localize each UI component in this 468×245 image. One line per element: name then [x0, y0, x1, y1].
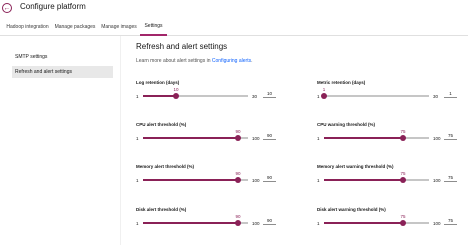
slider-value-label: 90 — [235, 214, 241, 219]
slider-thumb[interactable] — [235, 220, 241, 226]
field-label: Memory alert warning threshold (%) — [317, 164, 394, 169]
learn-more-text: Learn more about alert settings in Confi… — [136, 58, 252, 64]
field-memory-alert-warning-threshold: Memory alert warning threshold (%) 1 75 100… — [317, 164, 468, 198]
tab-manage-packages[interactable]: Manage packages — [55, 17, 96, 36]
slider-track[interactable] — [324, 177, 429, 183]
slider-track[interactable] — [321, 93, 429, 99]
range-min: 1 — [136, 221, 139, 226]
slider-thumb[interactable] — [400, 220, 406, 226]
range-max: 100 — [433, 178, 441, 183]
slider-value-label: 75 — [400, 214, 406, 219]
range-max: 100 — [252, 178, 260, 183]
field-label: Log retention (days) — [136, 80, 180, 85]
learn-more-label: Learn more about alert settings in — [136, 58, 211, 64]
slider-track[interactable] — [324, 220, 429, 226]
range-min: 1 — [317, 94, 320, 99]
range-min: 1 — [317, 136, 320, 141]
number-input[interactable]: 1 — [444, 90, 457, 98]
slider-fill — [324, 222, 403, 224]
main-content: Refresh and alert settings Learn more ab… — [121, 36, 468, 245]
page-title: Configure platform — [20, 2, 86, 11]
field-disk-alert-threshold: Disk alert threshold (%) 1 90 100 90 — [136, 207, 296, 241]
range-min: 1 — [136, 136, 139, 141]
slider-thumb[interactable] — [400, 135, 406, 141]
slider-track[interactable] — [143, 135, 248, 141]
slider-thumb[interactable] — [173, 93, 179, 99]
field-label: Disk alert warning threshold (%) — [317, 207, 386, 212]
slider-value-label: 75 — [400, 171, 406, 176]
range-max: 100 — [252, 136, 260, 141]
tab-settings[interactable]: Settings — [140, 17, 167, 36]
range-max: 30 — [252, 94, 258, 99]
slider-fill — [143, 95, 176, 97]
slider-fill — [143, 137, 238, 139]
slider-value-label: 90 — [235, 129, 241, 134]
sidebar-item-refresh-alert-settings[interactable]: Refresh and alert settings — [12, 66, 113, 78]
slider-fill — [143, 179, 238, 181]
back-arrow-icon[interactable]: ← — [2, 3, 12, 13]
field-disk-alert-warning-threshold: Disk alert warning threshold (%) 1 75 100 75 — [317, 207, 468, 241]
range-min: 1 — [136, 178, 139, 183]
slider-track[interactable] — [143, 177, 248, 183]
slider-thumb[interactable] — [400, 177, 406, 183]
slider-track[interactable] — [143, 220, 248, 226]
slider-value-label: 1 — [322, 87, 326, 92]
number-input[interactable]: 75 — [444, 174, 457, 182]
number-input[interactable]: 90 — [263, 132, 276, 140]
field-label: CPU warning threshold (%) — [317, 122, 376, 127]
sidebar-item-smtp-settings[interactable]: SMTP settings — [12, 51, 113, 63]
sidebar: SMTP settings Refresh and alert settings — [0, 36, 121, 245]
slider-value-label: 10 — [173, 87, 179, 92]
number-input[interactable]: 75 — [444, 132, 457, 140]
slider-fill — [143, 222, 238, 224]
range-min: 1 — [317, 221, 320, 226]
number-input[interactable]: 90 — [263, 217, 276, 225]
field-cpu-alert-threshold: CPU alert threshold (%) 1 90 100 90 — [136, 122, 296, 156]
field-metric-retention-days: Metric retention (days) 1 1 30 1 — [317, 80, 468, 114]
range-min: 1 — [136, 94, 139, 99]
tab-manage-images[interactable]: Manage images — [101, 17, 137, 36]
number-input[interactable]: 10 — [263, 90, 276, 98]
slider-fill — [324, 179, 403, 181]
range-max: 30 — [433, 94, 439, 99]
slider-track[interactable] — [143, 93, 248, 99]
section-heading: Refresh and alert settings — [136, 42, 228, 51]
field-memory-alert-threshold: Memory alert threshold (%) 1 90 100 90 — [136, 164, 296, 198]
slider-track[interactable] — [324, 135, 429, 141]
slider-thumb[interactable] — [235, 135, 241, 141]
number-input[interactable]: 90 — [263, 174, 276, 182]
configuring-alerts-link[interactable]: Configuring alerts — [212, 58, 251, 64]
range-max: 100 — [433, 221, 441, 226]
slider-value-label: 90 — [235, 171, 241, 176]
field-cpu-warning-threshold: CPU warning threshold (%) 1 75 100 75 — [317, 122, 468, 156]
field-label: CPU alert threshold (%) — [136, 122, 187, 127]
slider-thumb[interactable] — [321, 93, 327, 99]
learn-more-period: . — [251, 58, 253, 64]
tab-bar: Hadoop integration Manage packages Manag… — [0, 17, 468, 36]
range-max: 100 — [433, 136, 441, 141]
range-min: 1 — [317, 178, 320, 183]
field-label: Memory alert threshold (%) — [136, 164, 195, 169]
slider-value-label: 75 — [400, 129, 406, 134]
number-input[interactable]: 75 — [444, 217, 457, 225]
slider-thumb[interactable] — [235, 177, 241, 183]
field-label: Disk alert threshold (%) — [136, 207, 187, 212]
field-label: Metric retention (days) — [317, 80, 366, 85]
tab-hadoop-integration[interactable]: Hadoop integration — [6, 17, 49, 36]
header: ← Configure platform — [0, 0, 468, 17]
field-log-retention-days: Log retention (days) 1 10 30 10 — [136, 80, 296, 114]
slider-fill — [324, 137, 403, 139]
range-max: 100 — [252, 221, 260, 226]
